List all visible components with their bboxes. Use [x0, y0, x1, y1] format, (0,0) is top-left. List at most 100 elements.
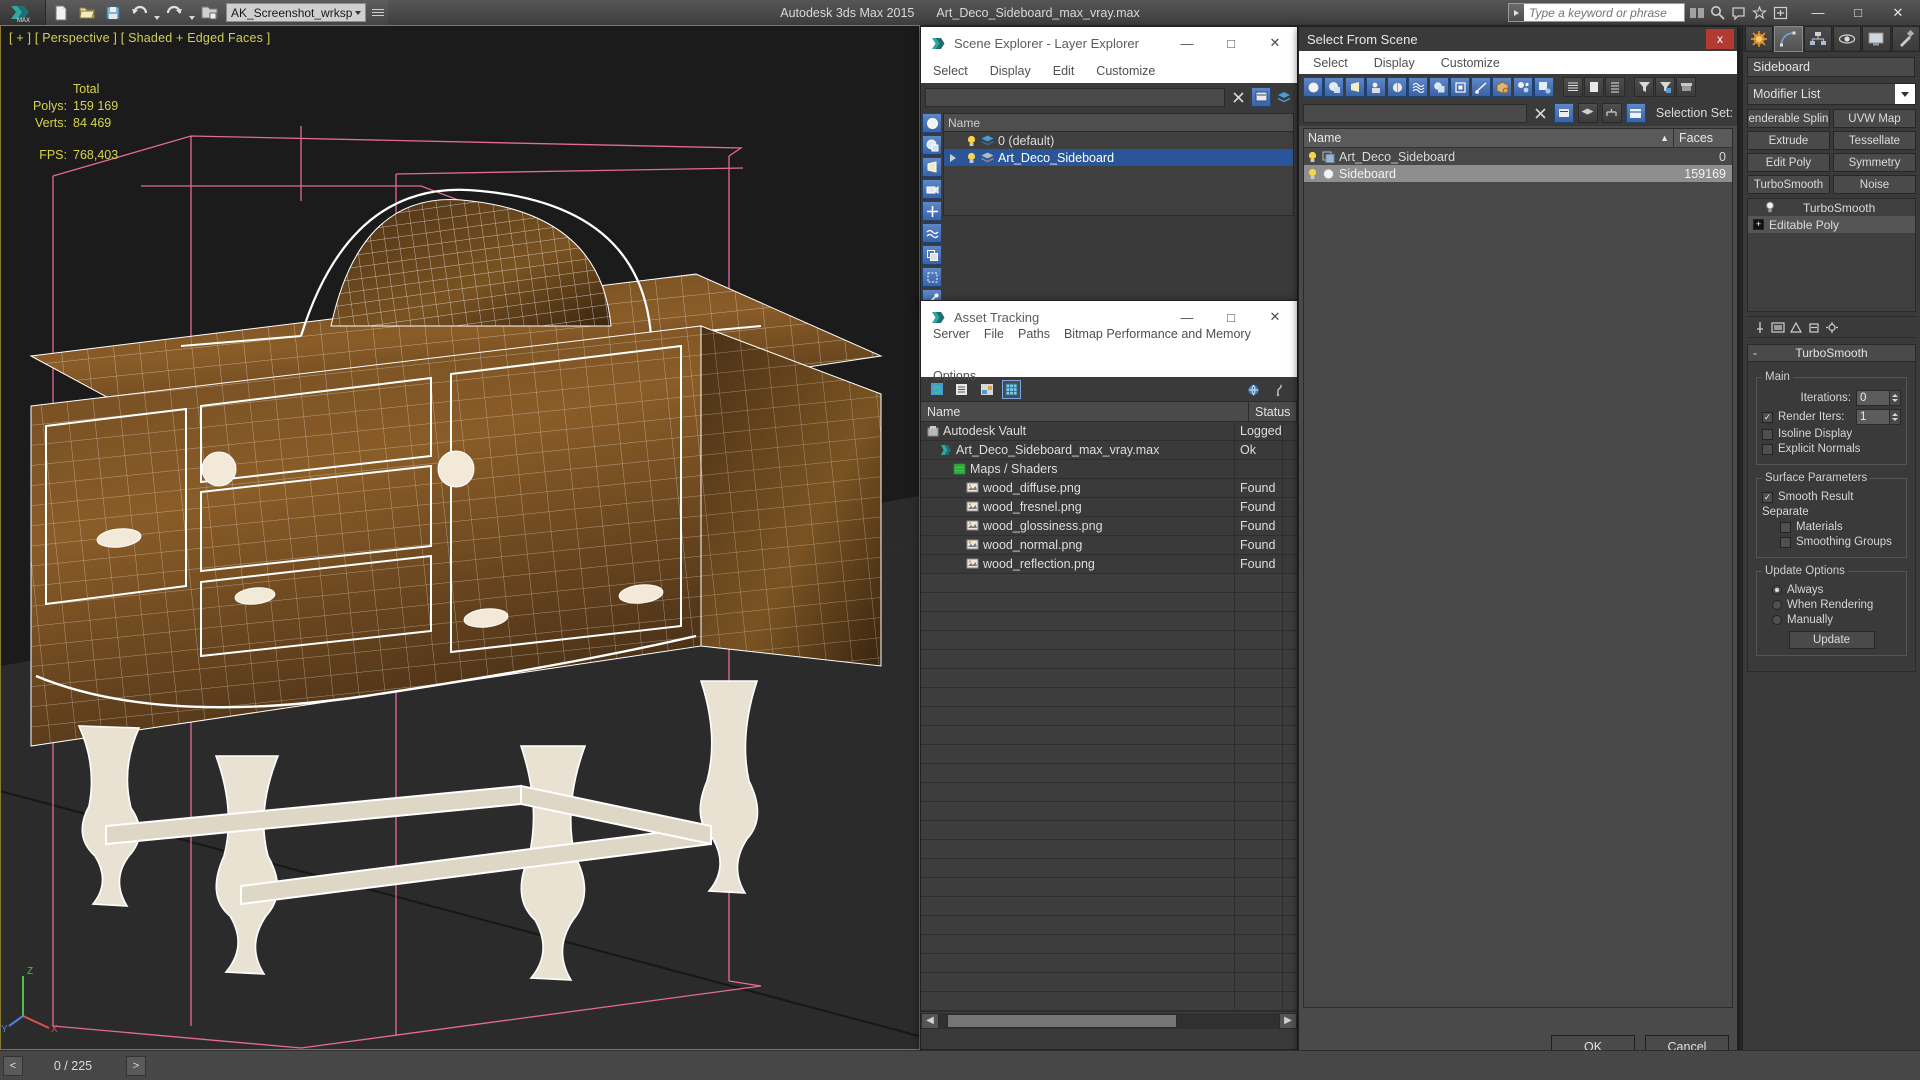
modifier-button-tessellate[interactable]: Tessellate: [1833, 131, 1916, 150]
scene-explorer-name-column-header[interactable]: Name: [943, 113, 1294, 132]
find-layers-icon[interactable]: [1577, 103, 1598, 123]
asset-row-empty[interactable]: [921, 745, 1297, 764]
display-spacewarps-icon[interactable]: [1408, 77, 1428, 97]
sfs-row-sideboard[interactable]: Sideboard 159169: [1304, 165, 1732, 182]
display-tab[interactable]: [1862, 26, 1891, 52]
display-groups-icon[interactable]: [1429, 77, 1449, 97]
hierarchy-tab[interactable]: [1803, 26, 1832, 52]
display-bones-icon[interactable]: [1471, 77, 1491, 97]
modifier-stack-item-editable-poly[interactable]: + Editable Poly: [1748, 216, 1915, 233]
sfs-column-name[interactable]: Name ▲: [1304, 129, 1674, 147]
smoothing-groups-checkbox[interactable]: [1780, 536, 1791, 548]
display-geometry-icon[interactable]: [1303, 77, 1323, 97]
display-children-icon[interactable]: [1563, 77, 1583, 97]
clear-find-icon[interactable]: [1531, 104, 1550, 123]
redo-icon[interactable]: [161, 1, 187, 24]
update-button[interactable]: Update: [1788, 631, 1875, 649]
select-from-scene-dialog[interactable]: Select From Scene x Select Display Custo…: [1298, 26, 1738, 1066]
select-from-scene-close-button[interactable]: x: [1706, 29, 1734, 49]
lightbulb-icon[interactable]: [1764, 201, 1776, 214]
filter-toggle-icon[interactable]: [1251, 87, 1271, 107]
maximize-button[interactable]: □: [1838, 0, 1878, 25]
asset-row[interactable]: wood_normal.png Found: [921, 536, 1297, 555]
render-iters-updown-icon[interactable]: [1890, 409, 1901, 425]
search-expand-icon[interactable]: [1509, 4, 1524, 21]
close-button[interactable]: ✕: [1878, 0, 1918, 25]
layer-tools-icon[interactable]: [1275, 88, 1293, 107]
modifier-button-noise[interactable]: Noise: [1833, 175, 1916, 194]
modifier-stack[interactable]: TurboSmooth + Editable Poly: [1747, 198, 1916, 312]
modifier-button-edit-poly[interactable]: Edit Poly: [1747, 153, 1830, 172]
asset-row[interactable]: wood_glossiness.png Found: [921, 517, 1297, 536]
asset-tracking-menu-file[interactable]: File: [984, 327, 1004, 341]
asset-row-empty[interactable]: [921, 802, 1297, 821]
help-globe-icon[interactable]: ?: [1245, 380, 1264, 399]
scene-explorer-layer-list[interactable]: 0 (default) Art_Deco_Sideboard: [943, 132, 1294, 216]
scene-explorer-menu-select[interactable]: Select: [933, 64, 968, 78]
viewport-label[interactable]: [ + ] [ Perspective ] [ Shaded + Edged F…: [9, 31, 270, 45]
asset-column-status[interactable]: Status: [1249, 402, 1297, 421]
asset-tracking-window[interactable]: Asset Tracking — □ ✕ Server File Paths B…: [920, 300, 1298, 1050]
filter-shapes-icon[interactable]: [922, 135, 942, 155]
find-filter-icon[interactable]: [1553, 103, 1574, 123]
undo-dropdown-icon[interactable]: [152, 1, 161, 24]
refresh-icon[interactable]: [927, 380, 946, 399]
filter-cameras-icon[interactable]: [922, 179, 942, 199]
when-rendering-radio[interactable]: [1772, 600, 1782, 610]
asset-row-empty[interactable]: [921, 878, 1297, 897]
workspace-selector[interactable]: AK_Screenshot_wrksp: [226, 3, 367, 22]
show-end-result-icon[interactable]: [1771, 321, 1785, 334]
toolbar-overflow-icon[interactable]: [366, 9, 386, 16]
display-shapes-icon[interactable]: [1324, 77, 1344, 97]
asset-row-empty[interactable]: [921, 593, 1297, 612]
iterations-spinner[interactable]: [1856, 390, 1901, 406]
materials-checkbox[interactable]: [1780, 521, 1791, 533]
exchange-app-store-icon[interactable]: [1771, 3, 1790, 22]
grid-view-icon[interactable]: [1002, 379, 1021, 399]
communication-center-icon[interactable]: [1729, 3, 1748, 22]
list-view-icon[interactable]: [952, 380, 971, 399]
utilities-tab[interactable]: [1891, 26, 1920, 52]
open-file-icon[interactable]: [74, 1, 100, 24]
filter-funnel-icon[interactable]: [1634, 77, 1654, 97]
asset-tracking-menu-server[interactable]: Server: [933, 327, 970, 341]
asset-tracking-grid[interactable]: Name Status Autodesk Vault Logged Art_Deco…: [921, 402, 1297, 1011]
configure-modifier-sets-icon[interactable]: [1825, 321, 1839, 334]
asset-row-empty[interactable]: [921, 574, 1297, 593]
next-frame-button[interactable]: >: [126, 1055, 146, 1076]
sfs-menu-select[interactable]: Select: [1313, 56, 1348, 70]
display-containers-icon[interactable]: [1492, 77, 1512, 97]
filter-settings-icon[interactable]: [1655, 77, 1675, 97]
infocenter-icon[interactable]: [1687, 3, 1706, 22]
scene-explorer-menu-customize[interactable]: Customize: [1096, 64, 1155, 78]
chevron-down-icon[interactable]: [1895, 84, 1915, 104]
minimize-button[interactable]: —: [1798, 0, 1838, 25]
pin-stack-icon[interactable]: [1753, 321, 1767, 334]
modifier-button-extrude[interactable]: Extrude: [1747, 131, 1830, 150]
rollout-collapse-icon[interactable]: -: [1753, 346, 1757, 360]
filter-xrefs-icon[interactable]: [922, 267, 942, 287]
asset-row[interactable]: Maps / Shaders: [921, 460, 1297, 479]
asset-row[interactable]: Autodesk Vault Logged: [921, 422, 1297, 441]
save-file-icon[interactable]: [100, 1, 126, 24]
clear-search-icon[interactable]: [1229, 88, 1247, 107]
modify-tab[interactable]: [1774, 26, 1803, 52]
undo-icon[interactable]: [126, 1, 152, 24]
filter-helpers-icon[interactable]: [922, 201, 942, 221]
filter-lights-icon[interactable]: [922, 157, 942, 177]
sfs-row-art-deco-sideboard[interactable]: Art_Deco_Sideboard 0: [1304, 148, 1732, 165]
asset-row-empty[interactable]: [921, 631, 1297, 650]
create-tab[interactable]: [1745, 26, 1774, 52]
asset-row-empty[interactable]: [921, 783, 1297, 802]
select-from-scene-list[interactable]: Name ▲ Faces Art_Deco_Sideboard 0 Sidebo…: [1303, 128, 1733, 1008]
layer-row-art-deco-sideboard[interactable]: Art_Deco_Sideboard: [944, 149, 1293, 166]
3dsmax-logo-icon[interactable]: MAX: [0, 0, 46, 25]
object-name-input[interactable]: [1747, 57, 1915, 77]
modifier-stack-item-turbosmooth[interactable]: TurboSmooth: [1748, 199, 1915, 216]
asset-row-empty[interactable]: [921, 688, 1297, 707]
lightbulb-icon[interactable]: [1307, 151, 1318, 163]
asset-tracking-close-button[interactable]: ✕: [1253, 301, 1297, 333]
remove-modifier-icon[interactable]: [1807, 321, 1821, 334]
render-iters-checkbox[interactable]: ✓: [1762, 411, 1773, 423]
scene-explorer-menu-edit[interactable]: Edit: [1053, 64, 1075, 78]
